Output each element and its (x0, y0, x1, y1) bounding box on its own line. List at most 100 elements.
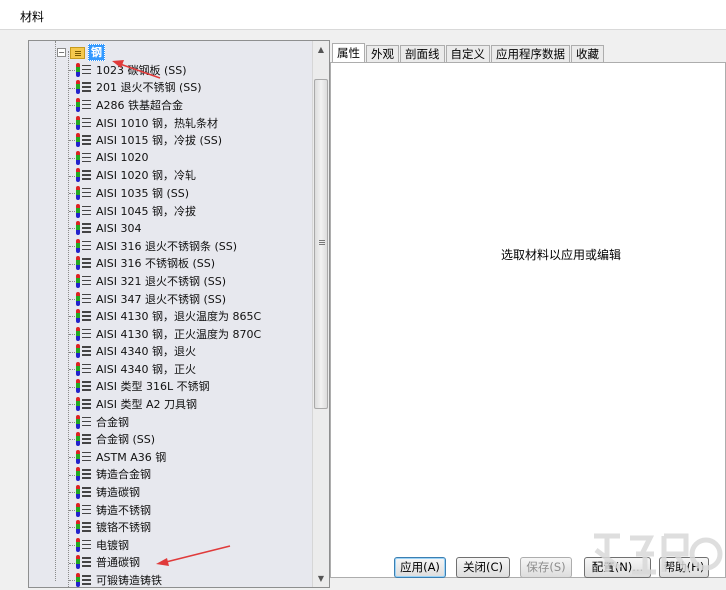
material-icon-bars (82, 223, 91, 225)
tree-branch-line (69, 245, 75, 247)
material-icon (76, 185, 92, 200)
config-button[interactable]: 配置(N)... (584, 557, 651, 578)
tree-item[interactable]: AISI 1020 钢，冷轧 (29, 167, 313, 185)
tab-1[interactable]: 外观 (366, 45, 399, 63)
material-icon-bars (82, 135, 91, 137)
tree-item[interactable]: AISI 4130 钢，正火温度为 870C (29, 325, 313, 343)
material-icon (76, 485, 92, 500)
tree-list: − 钢 1023 碳钢板 (SS) 201 退火不锈钢 (SS) A286 铁基超合… (29, 41, 313, 587)
tree-item[interactable]: 1023 碳钢板 (SS) (29, 61, 313, 79)
tree-item-label: 铸造合金钢 (96, 468, 151, 482)
tree-item[interactable]: AISI 1045 钢，冷拔 (29, 202, 313, 220)
tree-item[interactable]: AISI 316 退火不锈钢条 (SS) (29, 237, 313, 255)
tree-item[interactable]: AISI 321 退火不锈钢 (SS) (29, 272, 313, 290)
tree-branch-line (69, 457, 75, 459)
scroll-thumb[interactable] (314, 79, 328, 409)
tree-item-label: A286 铁基超合金 (96, 98, 184, 112)
help-button[interactable]: 帮助(H) (659, 557, 709, 578)
tree-item[interactable]: 201 退火不锈钢 (SS) (29, 79, 313, 97)
material-icon-dots (76, 379, 80, 394)
material-icon-bars (82, 346, 91, 348)
tree-branch-line (69, 404, 75, 406)
scroll-up-icon[interactable]: ▲ (313, 41, 329, 58)
tree-item[interactable]: AISI 1035 钢 (SS) (29, 184, 313, 202)
material-icon-bars (82, 539, 91, 542)
material-icon (76, 344, 92, 359)
material-icon-dots (76, 203, 80, 218)
material-icon-dots (76, 432, 80, 447)
tree-item[interactable]: AISI 4130 钢，退火温度为 865C (29, 307, 313, 325)
tree-item-label: AISI 1045 钢，冷拔 (96, 204, 196, 218)
material-icon-bars (82, 293, 91, 296)
material-icon (76, 168, 92, 183)
tree-item-label: AISI 1015 钢，冷拔 (SS) (96, 134, 223, 148)
tree-item[interactable]: AISI 347 退火不锈钢 (SS) (29, 290, 313, 308)
material-icon-dots (76, 256, 80, 271)
material-icon-dots (76, 133, 80, 148)
tree-item[interactable]: ASTM A36 钢 (29, 448, 313, 466)
material-icon (76, 537, 92, 552)
tree-item-label: AISI 4130 钢，正火温度为 870C (96, 327, 262, 341)
collapse-toggle-icon[interactable]: − (57, 48, 66, 57)
material-icon-dots (76, 309, 80, 324)
tree-item[interactable]: 铸造合金钢 (29, 466, 313, 484)
material-icon-dots (76, 326, 80, 341)
tree-branch-line (69, 509, 75, 511)
tree-item[interactable]: AISI 1020 (29, 149, 313, 167)
tab-0[interactable]: 属性 (332, 43, 365, 63)
material-icon (76, 273, 92, 288)
tree-item[interactable]: AISI 304 (29, 219, 313, 237)
tree-item-label: 镀铬不锈钢 (96, 521, 151, 535)
material-icon-dots (76, 97, 80, 112)
material-icon-dots (76, 537, 80, 552)
tree-node-root[interactable]: − 钢 (57, 44, 105, 61)
material-icon (76, 432, 92, 447)
save-button[interactable]: 保存(S) (520, 557, 572, 578)
tree-item[interactable]: AISI 316 不锈钢板 (SS) (29, 255, 313, 273)
material-icon (76, 520, 92, 535)
material-icon (76, 291, 92, 306)
tree-scrollbar[interactable]: ▲ ▼ (312, 41, 329, 587)
tab-3[interactable]: 自定义 (445, 45, 490, 63)
tree-item[interactable]: AISI 4340 钢，正火 (29, 360, 313, 378)
close-button[interactable]: 关闭(C) (456, 557, 510, 578)
tree-item[interactable]: AISI 类型 A2 刀具钢 (29, 395, 313, 413)
tree-node-root-label[interactable]: 钢 (88, 44, 105, 61)
tree-branch-line (69, 157, 75, 159)
tree-branch-line (69, 281, 75, 283)
tree-branch-line (69, 492, 75, 494)
tree-item-label: AISI 1035 钢 (SS) (96, 186, 190, 200)
tree-branch-line (69, 122, 75, 124)
material-icon (76, 309, 92, 324)
tree-item[interactable]: AISI 1010 钢，热轧条材 (29, 114, 313, 132)
apply-button[interactable]: 应用(A) (394, 557, 446, 578)
tree-item[interactable]: AISI 4340 钢，退火 (29, 343, 313, 361)
tree-item[interactable]: 合金钢 (SS) (29, 430, 313, 448)
tab-4[interactable]: 应用程序数据 (491, 45, 570, 63)
tab-2[interactable]: 剖面线 (400, 45, 445, 63)
tree-item[interactable]: 合金钢 (29, 413, 313, 431)
material-icon (76, 361, 92, 376)
tree-item[interactable]: AISI 类型 316L 不锈钢 (29, 378, 313, 396)
material-icon (76, 414, 92, 429)
material-icon-bars (82, 152, 91, 155)
tree-item[interactable]: 铸造碳钢 (29, 483, 313, 501)
scroll-grip-icon (319, 240, 325, 241)
tree-item-label: AISI 4130 钢，退火温度为 865C (96, 310, 262, 324)
material-icon-dots (76, 361, 80, 376)
material-icon-bars (82, 381, 91, 383)
material-icon-dots (76, 168, 80, 183)
tree-item[interactable]: AISI 1015 钢，冷拔 (SS) (29, 131, 313, 149)
material-icon-bars (82, 416, 91, 419)
tab-5[interactable]: 收藏 (571, 45, 604, 63)
material-icon (76, 203, 92, 218)
tree-item[interactable]: 电镀钢 (29, 536, 313, 554)
material-icon-bars (82, 170, 91, 172)
material-icon-bars (82, 258, 91, 260)
tree-item[interactable]: A286 铁基超合金 (29, 96, 313, 114)
tree-item[interactable]: 镀铬不锈钢 (29, 518, 313, 536)
tree-item[interactable]: 铸造不锈钢 (29, 501, 313, 519)
tree-branch-line (69, 87, 75, 89)
tree-branch-line (69, 421, 75, 423)
material-icon-bars (82, 311, 91, 313)
